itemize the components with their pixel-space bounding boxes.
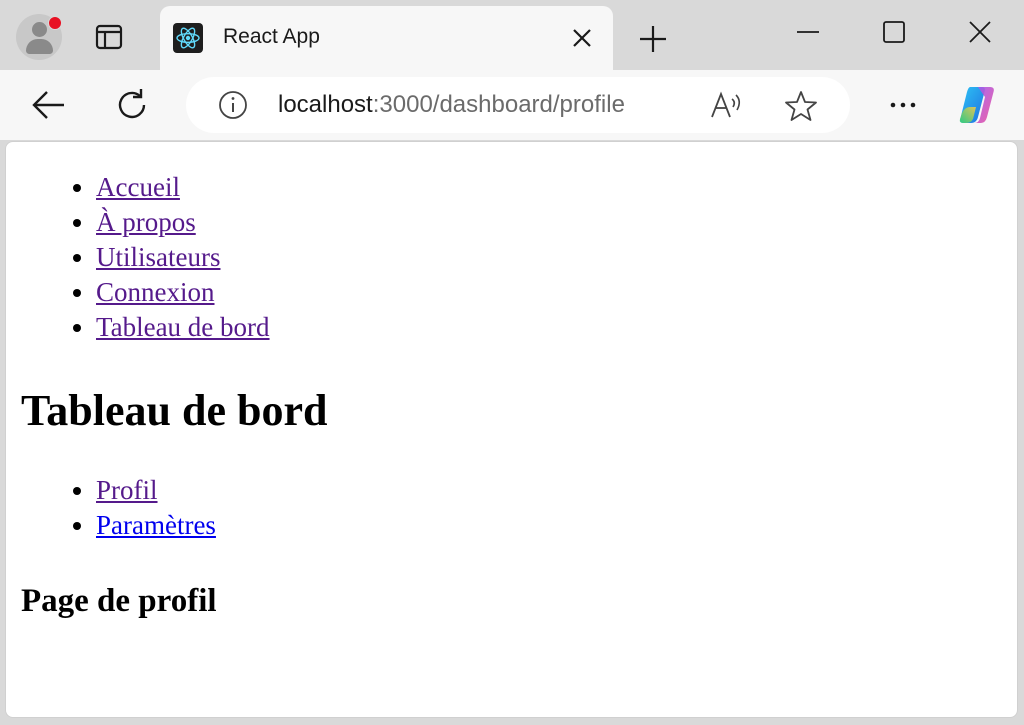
tab-active[interactable]: React App (160, 6, 613, 70)
tab-actions-icon[interactable] (94, 22, 124, 52)
plus-icon[interactable] (636, 22, 670, 56)
nav-item-tableau-de-bord: Tableau de bord (96, 310, 1001, 345)
subnav-link-parametres[interactable]: Paramètres (96, 510, 216, 540)
tab-strip: React App (0, 0, 1024, 70)
more-icon[interactable] (884, 92, 922, 118)
profile-avatar-icon[interactable] (16, 14, 62, 60)
star-icon[interactable] (784, 89, 818, 123)
nav-item-utilisateurs: Utilisateurs (96, 240, 1001, 275)
close-window-icon[interactable] (966, 18, 994, 46)
maximize-icon[interactable] (880, 18, 908, 46)
address-bar[interactable]: localhost:3000/dashboard/profile (186, 77, 850, 133)
nav-link-utilisateurs[interactable]: Utilisateurs (96, 242, 220, 272)
nav-item-connexion: Connexion (96, 275, 1001, 310)
nav-item-a-propos: À propos (96, 205, 1001, 240)
close-tab-icon[interactable] (570, 26, 594, 50)
notification-dot (48, 16, 62, 30)
url-path: :3000/dashboard/profile (372, 91, 625, 118)
reload-icon[interactable] (114, 87, 152, 123)
subnav-link-profil[interactable]: Profil (96, 475, 158, 505)
nav-link-connexion[interactable]: Connexion (96, 277, 215, 307)
avatar-body (26, 39, 53, 54)
subnav-item-parametres: Paramètres (96, 508, 1001, 543)
section-title: Page de profil (21, 583, 217, 619)
dashboard-subnav: Profil Paramètres (21, 473, 1001, 543)
page-title: Tableau de bord (21, 386, 328, 435)
main-nav: Accueil À propos Utilisateurs Connexion … (21, 170, 1001, 345)
read-aloud-icon[interactable] (710, 91, 744, 121)
info-icon[interactable] (218, 90, 248, 120)
nav-link-tableau-de-bord[interactable]: Tableau de bord (96, 312, 270, 342)
arrow-left-icon[interactable] (30, 88, 68, 122)
nav-link-a-propos[interactable]: À propos (96, 207, 196, 237)
page-viewport: Accueil À propos Utilisateurs Connexion … (5, 141, 1018, 718)
copilot-icon[interactable] (956, 83, 1004, 127)
tab-title: React App (223, 25, 320, 48)
subnav-item-profil: Profil (96, 473, 1001, 508)
browser-toolbar: localhost:3000/dashboard/profile (0, 70, 1024, 140)
url-host: localhost (278, 91, 373, 118)
avatar-head (32, 22, 47, 37)
url-text[interactable]: localhost:3000/dashboard/profile (278, 91, 625, 119)
nav-item-accueil: Accueil (96, 170, 1001, 205)
page-content: Accueil À propos Utilisateurs Connexion … (21, 142, 1001, 621)
nav-link-accueil[interactable]: Accueil (96, 172, 180, 202)
minimize-icon[interactable] (794, 18, 822, 46)
react-logo-icon (173, 23, 203, 53)
